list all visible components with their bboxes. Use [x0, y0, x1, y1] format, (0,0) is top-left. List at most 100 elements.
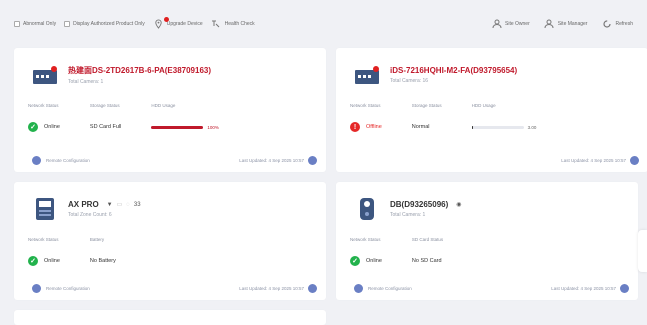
upgrade-device-label: Upgrade Device	[166, 21, 203, 27]
health-check-icon	[211, 19, 222, 30]
network-status-label: Network Status	[350, 103, 381, 108]
last-updated-text: Last Updated: 4 Sep 2025 10:57	[239, 286, 304, 291]
battery-label: Battery	[89, 237, 105, 242]
upgrade-icon	[153, 16, 169, 30]
device-card-axpro[interactable]: AX PRO ▼ ▭ ◌ 33 Total Zone Count: 6 Netw…	[14, 182, 326, 300]
sync-icon[interactable]	[630, 156, 639, 165]
network-status-value: Online	[44, 124, 60, 130]
storage-status-label: Storage Status	[411, 103, 442, 108]
network-status-value: Online	[44, 258, 60, 264]
authorized-only-checkbox[interactable]	[64, 21, 71, 27]
card-header: 热建面DS-2TD2617B-6-PA(E38709163) Total Cam…	[32, 64, 211, 86]
sd-card-status: SD Card Status No SD Card	[412, 237, 443, 267]
health-check-label: Health Check	[224, 21, 255, 27]
device-stats: Network Status ✓ Online SD Card Status No…	[350, 237, 473, 267]
card-header: DB(D93265096) ◉ Total Camera: 1	[354, 198, 462, 220]
network-status-value: Online	[366, 258, 382, 264]
nvr-device-icon	[32, 64, 58, 86]
device-card-partial[interactable]	[14, 310, 326, 325]
device-title[interactable]: iDS-7216HQHI-M2-FA(D93795654)	[390, 66, 517, 75]
hdd-usage-label: HDD Usage	[151, 103, 176, 108]
device-title[interactable]: AX PRO	[68, 200, 99, 209]
storage-status: Storage Status Normal	[412, 103, 442, 133]
doorbell-icon	[354, 198, 380, 220]
online-check-icon: ✓	[350, 256, 360, 266]
upgrade-badge	[163, 16, 169, 22]
refresh-label: Refresh	[615, 21, 633, 27]
toolbar-right: Site Owner Site Manager Refresh	[477, 19, 633, 30]
network-status: Network Status ✓ Online	[350, 237, 382, 267]
device-stats: Network Status ✓ Online Battery No Batter…	[28, 237, 146, 267]
card-header: iDS-7216HQHI-M2-FA(D93795654) Total Came…	[354, 64, 517, 86]
hdd-usage-bar	[471, 125, 524, 129]
sd-card-value: No SD Card	[411, 258, 442, 264]
storage-status-value: SD Card Full	[89, 124, 122, 130]
network-status-label: Network Status	[350, 237, 381, 242]
nvr-device-icon	[354, 64, 380, 86]
authorized-only-filter[interactable]: Display Authorized Product Only	[64, 21, 145, 27]
last-updated-text: Last Updated: 4 Sep 2025 10:57	[551, 286, 616, 291]
network-status: Network Status ! Offline	[350, 103, 382, 133]
site-owner-button[interactable]: Site Owner	[491, 19, 530, 30]
sync-icon[interactable]	[620, 284, 629, 293]
last-updated-text: Last Updated: 4 Sep 2025 10:57	[561, 158, 626, 163]
card-footer: Remote Configuration Last Updated: 4 Sep…	[32, 284, 317, 293]
device-subtitle: Total Camera: 1	[68, 79, 104, 85]
storage-status: Storage Status SD Card Full	[90, 103, 121, 133]
remote-config-link[interactable]: Remote Configuration	[368, 286, 412, 291]
hdd-usage-percent: 3.00	[527, 124, 537, 130]
card-footer: Last Updated: 4 Sep 2025 10:57	[354, 156, 639, 165]
storage-status-label: Storage Status	[89, 103, 120, 108]
network-status: Network Status ✓ Online	[28, 103, 60, 133]
network-status: Network Status ✓ Online	[28, 237, 60, 267]
sync-icon[interactable]	[308, 284, 317, 293]
device-title[interactable]: 热建面DS-2TD2617B-6-PA(E38709163)	[68, 65, 211, 76]
gear-icon	[32, 284, 41, 293]
signal-icon: ▭	[116, 202, 123, 208]
network-status-label: Network Status	[28, 237, 59, 242]
hdd-usage-bar	[151, 125, 204, 129]
gsm-icon: ◌	[126, 201, 130, 208]
hdd-usage: HDD Usage 100%	[151, 103, 219, 133]
online-check-icon: ✓	[28, 122, 38, 132]
battery-value: No Battery	[89, 258, 116, 264]
hdd-usage-label: HDD Usage	[471, 103, 496, 108]
manager-icon	[544, 19, 555, 30]
hdd-usage-percent: 100%	[207, 124, 219, 130]
health-check-button[interactable]: Health Check	[211, 19, 255, 30]
device-subtitle: Total Zone Count: 6	[68, 212, 112, 218]
hdd-usage-fill	[151, 125, 204, 129]
abnormal-only-filter[interactable]: Abnormal Only	[14, 21, 56, 27]
upgrade-device-button[interactable]: Upgrade Device	[153, 16, 203, 30]
site-owner-label: Site Owner	[505, 21, 530, 27]
offline-icon: !	[350, 122, 360, 132]
last-updated-text: Last Updated: 4 Sep 2025 10:57	[239, 158, 304, 163]
authorized-only-label: Display Authorized Product Only	[73, 21, 145, 27]
storage-status-value: Normal	[411, 124, 430, 130]
network-status-label: Network Status	[28, 103, 59, 108]
device-card-nvr[interactable]: iDS-7216HQHI-M2-FA(D93795654) Total Came…	[336, 48, 647, 172]
user-icon	[491, 19, 502, 30]
online-check-icon: ✓	[28, 256, 38, 266]
remote-config-link[interactable]: Remote Configuration	[46, 158, 90, 163]
device-title[interactable]: DB(D93265096)	[390, 200, 448, 209]
card-footer: Remote Configuration Last Updated: 4 Sep…	[32, 156, 317, 165]
device-card-thermal[interactable]: 热建面DS-2TD2617B-6-PA(E38709163) Total Cam…	[14, 48, 326, 172]
zone-count-badge: 33	[133, 201, 141, 208]
refresh-icon	[601, 19, 612, 30]
device-stats: Network Status ✓ Online Storage Status SD…	[28, 103, 249, 133]
remote-config-link[interactable]: Remote Configuration	[46, 286, 90, 291]
sync-icon[interactable]	[308, 156, 317, 165]
device-card-doorbell[interactable]: DB(D93265096) ◉ Total Camera: 1 Network …	[336, 182, 638, 300]
abnormal-only-label: Abnormal Only	[23, 21, 57, 27]
site-manager-button[interactable]: Site Manager	[544, 19, 587, 30]
sd-card-label: SD Card Status	[411, 237, 444, 242]
alarm-panel-icon	[32, 198, 58, 220]
side-panel-handle[interactable]	[638, 230, 647, 272]
network-status-value: Offline	[366, 124, 382, 130]
abnormal-only-checkbox[interactable]	[14, 21, 20, 27]
hdd-usage: HDD Usage 3.00	[471, 103, 537, 133]
refresh-button[interactable]: Refresh	[601, 19, 633, 30]
gear-icon	[32, 156, 41, 165]
card-footer: Remote Configuration Last Updated: 4 Sep…	[354, 284, 629, 293]
